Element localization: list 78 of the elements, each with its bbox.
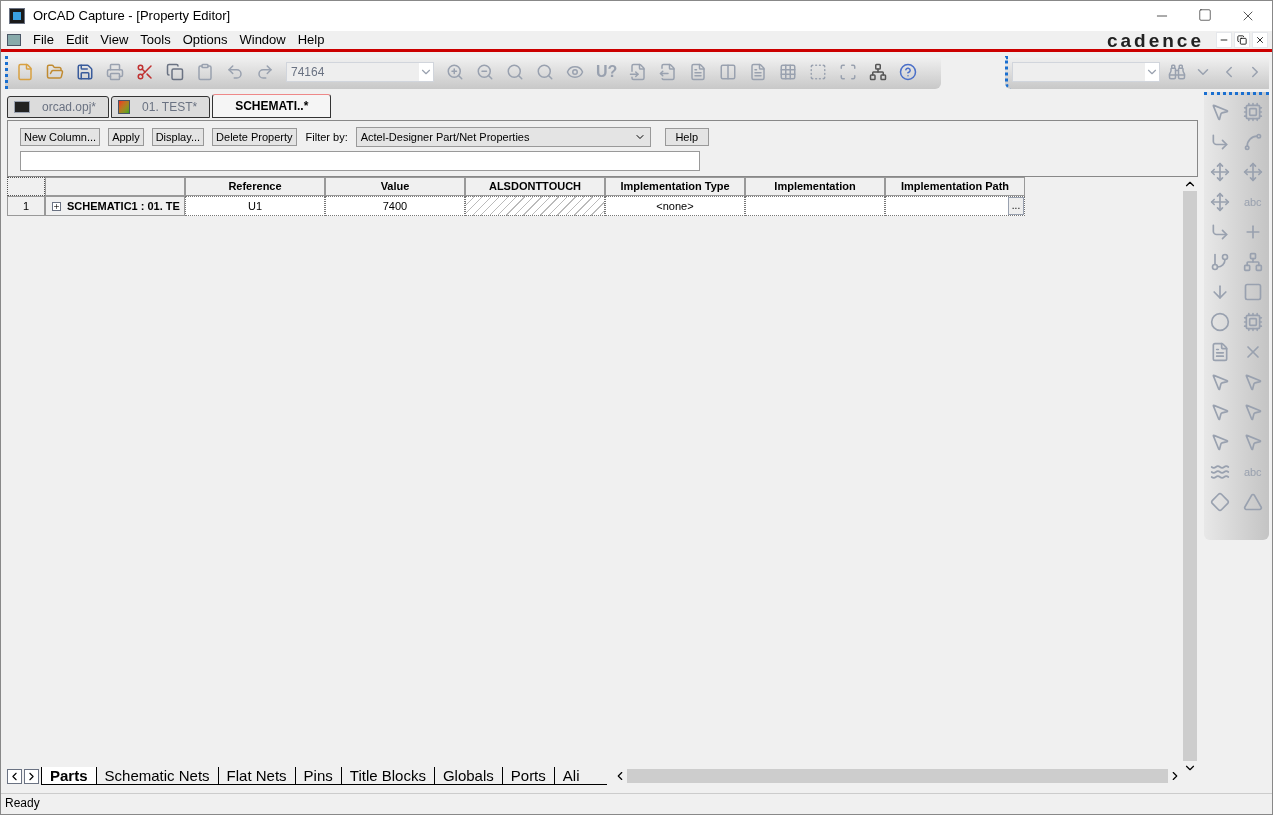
netlist-icon[interactable] <box>749 63 768 81</box>
zoom-all-icon[interactable] <box>536 63 554 81</box>
window-title: OrCAD Capture - [Property Editor] <box>33 7 231 26</box>
eye-icon[interactable] <box>566 63 584 81</box>
redo-icon[interactable] <box>256 63 274 81</box>
branch-icon[interactable] <box>1210 251 1231 273</box>
scroll-right-icon[interactable] <box>24 768 39 784</box>
undo-icon[interactable] <box>226 63 244 81</box>
column-header[interactable]: Implementation Type <box>605 177 745 196</box>
zoom-out-icon[interactable] <box>476 63 494 81</box>
grid-icon[interactable] <box>779 63 798 81</box>
project-icon <box>14 101 30 113</box>
column-header[interactable]: Value <box>325 177 465 196</box>
block-icon[interactable] <box>1242 281 1263 303</box>
zoom-in-icon[interactable] <box>446 63 464 81</box>
help-icon[interactable] <box>899 63 918 81</box>
compare-icon[interactable] <box>719 63 738 81</box>
scroll-thumb[interactable] <box>1183 191 1197 761</box>
menu-item[interactable]: Window <box>233 30 292 50</box>
search-combo[interactable] <box>1012 62 1160 82</box>
row-number: 1 <box>7 196 45 216</box>
toolbar-button[interactable]: Display... <box>151 128 205 146</box>
new-file-icon[interactable] <box>16 63 34 81</box>
ellipse-icon[interactable] <box>1210 311 1231 333</box>
column-header[interactable]: ALSDONTTOUCH <box>465 177 605 196</box>
column-header[interactable]: Implementation <box>745 177 885 196</box>
document-tab[interactable]: 01. TEST* <box>111 96 211 118</box>
scroll-thumb[interactable] <box>627 769 1168 783</box>
toolbar-button[interactable]: New Column... <box>20 128 101 146</box>
status-text: Ready <box>5 794 40 812</box>
zoom-area-icon[interactable] <box>506 63 524 81</box>
selection-icon[interactable] <box>809 63 828 81</box>
row-name: SCHEMATIC1 : 01. TE <box>67 198 180 214</box>
menu-item[interactable]: Edit <box>59 30 95 50</box>
export-icon[interactable] <box>659 63 678 81</box>
toolbar-button[interactable]: Apply <box>108 128 144 146</box>
toolbar-button[interactable]: Delete Property <box>212 128 297 146</box>
report-icon[interactable] <box>689 63 708 81</box>
part-icon[interactable] <box>1242 101 1263 123</box>
sheet-tab[interactable]: Parts <box>41 767 96 784</box>
document-tab[interactable]: SCHEMATI..* <box>212 94 332 118</box>
part-combo[interactable]: 74164 <box>286 62 434 82</box>
find-icon[interactable] <box>1168 63 1186 81</box>
menu-item[interactable]: Help <box>291 30 331 50</box>
page-icon[interactable] <box>1210 341 1231 363</box>
document-tab[interactable]: orcad.opj* <box>7 96 110 118</box>
column-header[interactable]: Implementation Path <box>885 177 1025 196</box>
filter-dropdown[interactable]: Actel-Designer Part/Net Properties <box>355 127 651 147</box>
restore-icon[interactable] <box>1234 32 1250 48</box>
menu-item[interactable]: Tools <box>134 30 177 50</box>
maximize-icon[interactable] <box>1198 8 1212 22</box>
corner-cell <box>7 177 45 196</box>
copy-icon[interactable] <box>166 63 184 81</box>
close-icon[interactable] <box>1252 32 1268 48</box>
path-field[interactable]: ... <box>885 196 1025 216</box>
app-icon <box>9 8 25 24</box>
save-icon[interactable] <box>76 63 94 81</box>
paste-icon[interactable] <box>196 63 214 81</box>
import-icon[interactable] <box>629 63 648 81</box>
expand-icon[interactable] <box>52 201 61 211</box>
table-cell[interactable]: 7400 <box>325 196 465 216</box>
menu-item[interactable]: Options <box>176 30 234 50</box>
hierarchy-icon[interactable] <box>869 63 888 81</box>
menu-item[interactable]: View <box>94 30 135 50</box>
help-button[interactable]: Help <box>664 128 709 146</box>
column-header[interactable]: Reference <box>185 177 325 196</box>
cut-icon[interactable] <box>136 63 154 81</box>
value-field[interactable] <box>20 151 700 171</box>
menu-item[interactable]: File <box>27 30 60 50</box>
printer-icon[interactable] <box>106 63 124 81</box>
page-icon <box>118 100 131 114</box>
scroll-left-icon[interactable] <box>7 768 22 784</box>
folder-icon[interactable] <box>46 63 64 81</box>
browse-button[interactable]: ... <box>1008 197 1024 215</box>
cadence-logo: cadence <box>1106 30 1204 50</box>
filter-label: Filter by: <box>305 129 348 145</box>
table-cell[interactable]: U1 <box>185 196 325 216</box>
table-cell[interactable]: <none> <box>605 196 745 216</box>
